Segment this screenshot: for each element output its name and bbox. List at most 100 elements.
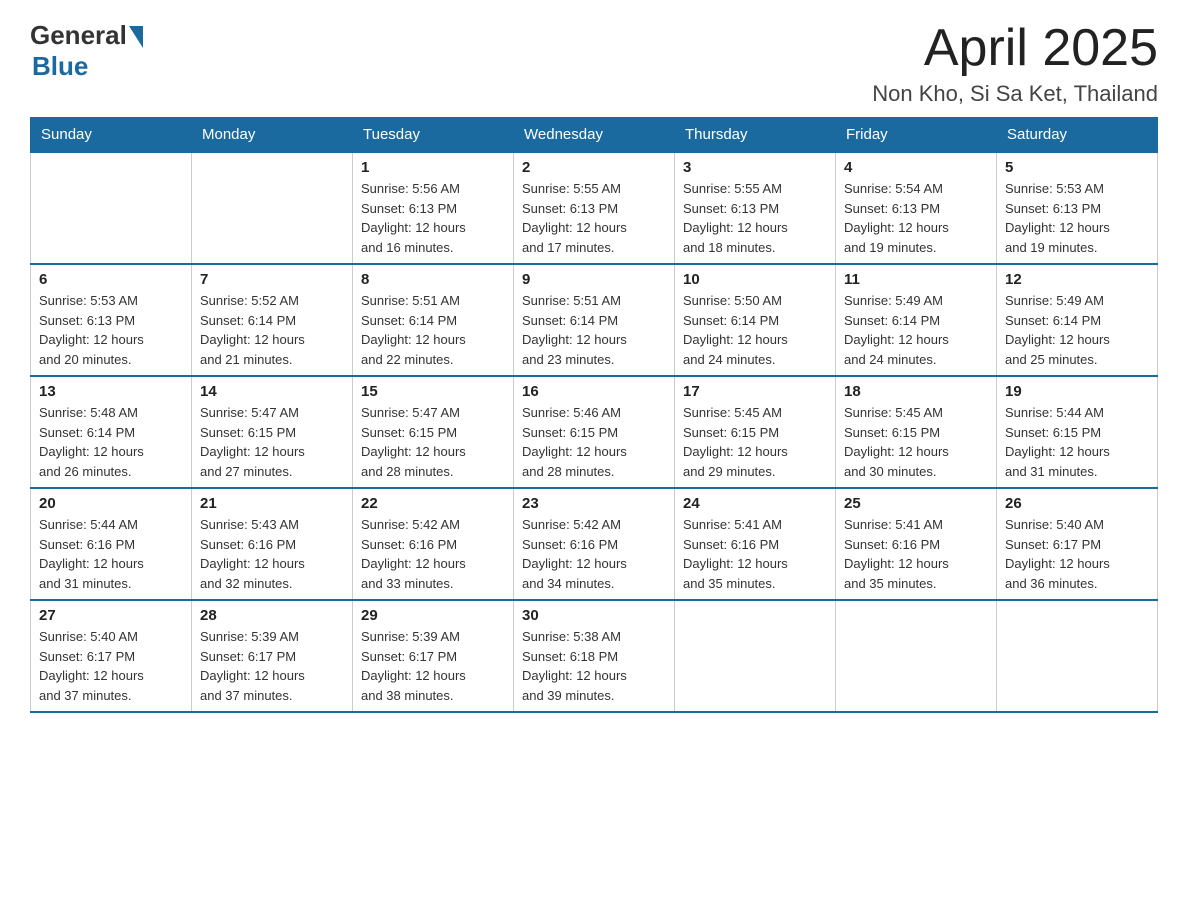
calendar-cell: 12 Sunrise: 5:49 AMSunset: 6:14 PMDayligh… bbox=[997, 264, 1158, 376]
day-number: 3 bbox=[683, 159, 827, 176]
day-info: Sunrise: 5:53 AMSunset: 6:13 PMDaylight:… bbox=[39, 291, 183, 369]
day-number: 6 bbox=[39, 271, 183, 288]
day-number: 14 bbox=[200, 383, 344, 400]
day-number: 27 bbox=[39, 607, 183, 624]
day-info: Sunrise: 5:53 AMSunset: 6:13 PMDaylight:… bbox=[1005, 179, 1149, 257]
day-number: 29 bbox=[361, 607, 505, 624]
weekday-header-saturday: Saturday bbox=[997, 118, 1158, 153]
calendar-cell: 29 Sunrise: 5:39 AMSunset: 6:17 PMDayligh… bbox=[353, 600, 514, 712]
day-number: 17 bbox=[683, 383, 827, 400]
day-info: Sunrise: 5:49 AMSunset: 6:14 PMDaylight:… bbox=[844, 291, 988, 369]
month-title: April 2025 bbox=[872, 20, 1158, 77]
day-number: 28 bbox=[200, 607, 344, 624]
calendar-cell: 10Sunrise: 5:50 AMSunset: 6:14 PMDayligh… bbox=[675, 264, 836, 376]
day-info: Sunrise: 5:40 AMSunset: 6:17 PMDaylight:… bbox=[1005, 515, 1149, 593]
day-info: Sunrise: 5:41 AMSunset: 6:16 PMDaylight:… bbox=[844, 515, 988, 593]
day-info: Sunrise: 5:39 AMSunset: 6:17 PMDaylight:… bbox=[361, 627, 505, 705]
calendar-cell: 22 Sunrise: 5:42 AMSunset: 6:16 PMDayligh… bbox=[353, 488, 514, 600]
calendar-cell: 6 Sunrise: 5:53 AMSunset: 6:13 PMDaylight… bbox=[31, 264, 192, 376]
calendar-week-row: 20 Sunrise: 5:44 AMSunset: 6:16 PMDayligh… bbox=[31, 488, 1158, 600]
day-number: 19 bbox=[1005, 383, 1149, 400]
day-info: Sunrise: 5:56 AMSunset: 6:13 PMDaylight:… bbox=[361, 179, 505, 257]
weekday-header-thursday: Thursday bbox=[675, 118, 836, 153]
day-number: 24 bbox=[683, 495, 827, 512]
day-number: 5 bbox=[1005, 159, 1149, 176]
day-number: 12 bbox=[1005, 271, 1149, 288]
logo: General Blue bbox=[30, 20, 143, 82]
day-number: 20 bbox=[39, 495, 183, 512]
calendar-cell: 27 Sunrise: 5:40 AMSunset: 6:17 PMDayligh… bbox=[31, 600, 192, 712]
day-number: 13 bbox=[39, 383, 183, 400]
day-info: Sunrise: 5:39 AMSunset: 6:17 PMDaylight:… bbox=[200, 627, 344, 705]
calendar-cell: 3 Sunrise: 5:55 AMSunset: 6:13 PMDaylight… bbox=[675, 152, 836, 264]
calendar-cell: 16 Sunrise: 5:46 AMSunset: 6:15 PMDayligh… bbox=[514, 376, 675, 488]
day-info: Sunrise: 5:45 AMSunset: 6:15 PMDaylight:… bbox=[683, 403, 827, 481]
calendar-table: SundayMondayTuesdayWednesdayThursdayFrid… bbox=[30, 117, 1158, 713]
day-info: Sunrise: 5:52 AMSunset: 6:14 PMDaylight:… bbox=[200, 291, 344, 369]
calendar-cell: 19 Sunrise: 5:44 AMSunset: 6:15 PMDayligh… bbox=[997, 376, 1158, 488]
day-info: Sunrise: 5:42 AMSunset: 6:16 PMDaylight:… bbox=[522, 515, 666, 593]
weekday-header-monday: Monday bbox=[192, 118, 353, 153]
calendar-cell: 1 Sunrise: 5:56 AMSunset: 6:13 PMDaylight… bbox=[353, 152, 514, 264]
day-number: 7 bbox=[200, 271, 344, 288]
day-number: 16 bbox=[522, 383, 666, 400]
calendar-cell: 14 Sunrise: 5:47 AMSunset: 6:15 PMDayligh… bbox=[192, 376, 353, 488]
calendar-cell: 17 Sunrise: 5:45 AMSunset: 6:15 PMDayligh… bbox=[675, 376, 836, 488]
calendar-cell: 24 Sunrise: 5:41 AMSunset: 6:16 PMDayligh… bbox=[675, 488, 836, 600]
calendar-header-row: SundayMondayTuesdayWednesdayThursdayFrid… bbox=[31, 118, 1158, 153]
day-info: Sunrise: 5:41 AMSunset: 6:16 PMDaylight:… bbox=[683, 515, 827, 593]
calendar-cell: 13 Sunrise: 5:48 AMSunset: 6:14 PMDayligh… bbox=[31, 376, 192, 488]
day-number: 22 bbox=[361, 495, 505, 512]
calendar-cell: 9 Sunrise: 5:51 AMSunset: 6:14 PMDaylight… bbox=[514, 264, 675, 376]
logo-triangle-icon bbox=[129, 26, 143, 48]
day-info: Sunrise: 5:44 AMSunset: 6:15 PMDaylight:… bbox=[1005, 403, 1149, 481]
calendar-week-row: 13 Sunrise: 5:48 AMSunset: 6:14 PMDayligh… bbox=[31, 376, 1158, 488]
weekday-header-friday: Friday bbox=[836, 118, 997, 153]
calendar-cell: 2Sunrise: 5:55 AMSunset: 6:13 PMDaylight… bbox=[514, 152, 675, 264]
day-info: Sunrise: 5:55 AMSunset: 6:13 PMDaylight:… bbox=[683, 179, 827, 257]
calendar-cell: 18Sunrise: 5:45 AMSunset: 6:15 PMDayligh… bbox=[836, 376, 997, 488]
title-block: April 2025 Non Kho, Si Sa Ket, Thailand bbox=[872, 20, 1158, 107]
calendar-week-row: 27 Sunrise: 5:40 AMSunset: 6:17 PMDayligh… bbox=[31, 600, 1158, 712]
logo-blue-text: Blue bbox=[32, 51, 88, 82]
day-number: 10 bbox=[683, 271, 827, 288]
day-info: Sunrise: 5:44 AMSunset: 6:16 PMDaylight:… bbox=[39, 515, 183, 593]
weekday-header-tuesday: Tuesday bbox=[353, 118, 514, 153]
day-info: Sunrise: 5:47 AMSunset: 6:15 PMDaylight:… bbox=[200, 403, 344, 481]
day-number: 21 bbox=[200, 495, 344, 512]
calendar-cell: 30Sunrise: 5:38 AMSunset: 6:18 PMDayligh… bbox=[514, 600, 675, 712]
calendar-week-row: 6 Sunrise: 5:53 AMSunset: 6:13 PMDaylight… bbox=[31, 264, 1158, 376]
day-info: Sunrise: 5:40 AMSunset: 6:17 PMDaylight:… bbox=[39, 627, 183, 705]
calendar-cell: 5 Sunrise: 5:53 AMSunset: 6:13 PMDaylight… bbox=[997, 152, 1158, 264]
calendar-week-row: 1 Sunrise: 5:56 AMSunset: 6:13 PMDaylight… bbox=[31, 152, 1158, 264]
day-number: 9 bbox=[522, 271, 666, 288]
calendar-cell: 20 Sunrise: 5:44 AMSunset: 6:16 PMDayligh… bbox=[31, 488, 192, 600]
day-number: 4 bbox=[844, 159, 988, 176]
day-info: Sunrise: 5:49 AMSunset: 6:14 PMDaylight:… bbox=[1005, 291, 1149, 369]
day-info: Sunrise: 5:42 AMSunset: 6:16 PMDaylight:… bbox=[361, 515, 505, 593]
calendar-cell bbox=[31, 152, 192, 264]
weekday-header-sunday: Sunday bbox=[31, 118, 192, 153]
day-number: 2 bbox=[522, 159, 666, 176]
calendar-cell bbox=[997, 600, 1158, 712]
page-header: General Blue April 2025 Non Kho, Si Sa K… bbox=[30, 20, 1158, 107]
day-number: 25 bbox=[844, 495, 988, 512]
day-number: 23 bbox=[522, 495, 666, 512]
day-number: 30 bbox=[522, 607, 666, 624]
calendar-cell: 26 Sunrise: 5:40 AMSunset: 6:17 PMDayligh… bbox=[997, 488, 1158, 600]
calendar-cell bbox=[836, 600, 997, 712]
location-title: Non Kho, Si Sa Ket, Thailand bbox=[872, 81, 1158, 107]
day-info: Sunrise: 5:48 AMSunset: 6:14 PMDaylight:… bbox=[39, 403, 183, 481]
calendar-cell: 23 Sunrise: 5:42 AMSunset: 6:16 PMDayligh… bbox=[514, 488, 675, 600]
day-number: 8 bbox=[361, 271, 505, 288]
calendar-cell bbox=[192, 152, 353, 264]
day-info: Sunrise: 5:51 AMSunset: 6:14 PMDaylight:… bbox=[361, 291, 505, 369]
calendar-cell: 8 Sunrise: 5:51 AMSunset: 6:14 PMDaylight… bbox=[353, 264, 514, 376]
day-info: Sunrise: 5:51 AMSunset: 6:14 PMDaylight:… bbox=[522, 291, 666, 369]
day-number: 1 bbox=[361, 159, 505, 176]
day-number: 26 bbox=[1005, 495, 1149, 512]
calendar-cell: 4Sunrise: 5:54 AMSunset: 6:13 PMDaylight… bbox=[836, 152, 997, 264]
calendar-cell bbox=[675, 600, 836, 712]
day-info: Sunrise: 5:46 AMSunset: 6:15 PMDaylight:… bbox=[522, 403, 666, 481]
day-info: Sunrise: 5:45 AMSunset: 6:15 PMDaylight:… bbox=[844, 403, 988, 481]
